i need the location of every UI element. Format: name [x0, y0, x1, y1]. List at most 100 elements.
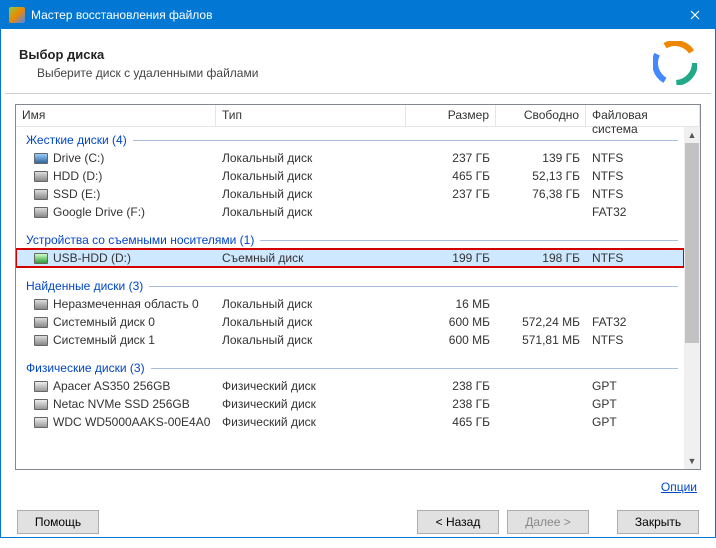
options-link[interactable]: Опции [661, 480, 697, 494]
group-header: Устройства со съемными носителями (1) [16, 227, 684, 249]
app-icon [9, 7, 25, 23]
scrollbar[interactable]: ▲ ▼ [684, 127, 700, 469]
footer: Помощь < Назад Далее > Закрыть [1, 496, 715, 548]
disk-row[interactable]: SSD (E:) Локальный диск237 ГБ76,38 ГБNTFS [16, 185, 684, 203]
disk-fs: NTFS [586, 333, 684, 347]
drive-icon [34, 381, 48, 392]
disk-fs: NTFS [586, 251, 684, 265]
col-size[interactable]: Размер [406, 105, 496, 126]
disk-type: Локальный диск [216, 333, 406, 347]
disk-size: 600 МБ [406, 333, 496, 347]
drive-icon [34, 335, 48, 346]
disk-size: 238 ГБ [406, 397, 496, 411]
drive-icon [34, 399, 48, 410]
disk-row[interactable]: Apacer AS350 256GB Физический диск238 ГБ G… [16, 377, 684, 395]
scroll-down-icon[interactable]: ▼ [684, 453, 700, 469]
disk-fs: FAT32 [586, 315, 684, 329]
help-button[interactable]: Помощь [17, 510, 99, 534]
disk-size: 237 ГБ [406, 151, 496, 165]
col-fs[interactable]: Файловая система [586, 105, 700, 126]
disk-name: Netac NVMe SSD 256GB [53, 397, 190, 411]
disk-type: Физический диск [216, 415, 406, 429]
disk-name: SSD (E:) [53, 187, 100, 201]
group-label: Устройства со съемными носителями (1) [26, 233, 254, 247]
disk-type: Локальный диск [216, 169, 406, 183]
next-button[interactable]: Далее > [507, 510, 589, 534]
group-label: Физические диски (3) [26, 361, 145, 375]
disk-free: 571,81 МБ [496, 333, 586, 347]
disk-type: Локальный диск [216, 315, 406, 329]
drive-icon [34, 417, 48, 428]
disk-free: 52,13 ГБ [496, 169, 586, 183]
col-name[interactable]: Имя [16, 105, 216, 126]
disk-row[interactable]: HDD (D:)Локальный диск465 ГБ52,13 ГБNTFS [16, 167, 684, 185]
group-label: Найденные диски (3) [26, 279, 143, 293]
close-button-footer[interactable]: Закрыть [617, 510, 699, 534]
titlebar: Мастер восстановления файлов [1, 1, 715, 29]
column-headers[interactable]: Имя Тип Размер Свободно Файловая система [16, 105, 700, 127]
disk-name: Google Drive (F:) [53, 205, 145, 219]
disk-row[interactable]: Системный диск 1 Локальный диск600 МБ571,… [16, 331, 684, 349]
scroll-up-icon[interactable]: ▲ [684, 127, 700, 143]
disk-free: 572,24 МБ [496, 315, 586, 329]
disk-name: Неразмеченная область 0 [53, 297, 199, 311]
group-header: Найденные диски (3) [16, 273, 684, 295]
options-row: Опции [1, 474, 715, 496]
disk-free: 198 ГБ [496, 251, 586, 265]
disk-type: Съемный диск [216, 251, 406, 265]
disk-row[interactable]: Google Drive (F:)Локальный дискFAT32 [16, 203, 684, 221]
drive-icon [34, 253, 48, 264]
group-label: Жесткие диски (4) [26, 133, 127, 147]
disk-name: Системный диск 0 [53, 315, 155, 329]
disk-size: 16 МБ [406, 297, 496, 311]
drive-icon [34, 207, 48, 218]
disk-type: Локальный диск [216, 297, 406, 311]
disk-size: 600 МБ [406, 315, 496, 329]
wizard-header: Выбор диска Выберите диск с удаленными ф… [1, 29, 715, 93]
disk-type: Физический диск [216, 379, 406, 393]
disk-row[interactable]: Netac NVMe SSD 256GB Физический диск238 Г… [16, 395, 684, 413]
disk-fs: NTFS [586, 151, 684, 165]
disk-type: Локальный диск [216, 187, 406, 201]
disk-fs: GPT [586, 379, 684, 393]
disk-size: 465 ГБ [406, 169, 496, 183]
disk-type: Физический диск [216, 397, 406, 411]
disk-name: Системный диск 1 [53, 333, 155, 347]
page-title: Выбор диска [19, 47, 653, 62]
close-icon [690, 10, 700, 20]
disk-size: 237 ГБ [406, 187, 496, 201]
disk-size: 465 ГБ [406, 415, 496, 429]
disk-name: WDC WD5000AAKS-00E4A0 [53, 415, 210, 429]
disk-list: Имя Тип Размер Свободно Файловая система… [15, 104, 701, 470]
disk-row[interactable]: Drive (C:)Локальный диск237 ГБ139 ГБNTFS [16, 149, 684, 167]
disk-size: 238 ГБ [406, 379, 496, 393]
drive-icon [34, 189, 48, 200]
app-logo-icon [653, 41, 697, 85]
back-button[interactable]: < Назад [417, 510, 499, 534]
disk-row[interactable]: Системный диск 0 Локальный диск600 МБ572,… [16, 313, 684, 331]
disk-row[interactable]: Неразмеченная область 0 Локальный диск16 … [16, 295, 684, 313]
disk-size: 199 ГБ [406, 251, 496, 265]
close-button[interactable] [675, 1, 715, 29]
drive-icon [34, 317, 48, 328]
group-header: Жесткие диски (4) [16, 127, 684, 149]
scroll-thumb[interactable] [685, 143, 699, 343]
drive-icon [34, 171, 48, 182]
disk-type: Локальный диск [216, 151, 406, 165]
disk-type: Локальный диск [216, 205, 406, 219]
disk-fs: NTFS [586, 187, 684, 201]
disk-fs: GPT [586, 415, 684, 429]
disk-row[interactable]: USB-HDD (D:) Съемный диск199 ГБ198 ГБNTFS [16, 249, 684, 267]
disk-row[interactable]: WDC WD5000AAKS-00E4A0 Физический диск465 … [16, 413, 684, 431]
disk-name: USB-HDD (D:) [53, 251, 131, 265]
drive-icon [34, 153, 48, 164]
col-type[interactable]: Тип [216, 105, 406, 126]
disk-free: 76,38 ГБ [496, 187, 586, 201]
disk-name: Drive (C:) [53, 151, 104, 165]
disk-fs: GPT [586, 397, 684, 411]
window-title: Мастер восстановления файлов [31, 8, 675, 22]
group-header: Физические диски (3) [16, 355, 684, 377]
disk-fs: NTFS [586, 169, 684, 183]
col-free[interactable]: Свободно [496, 105, 586, 126]
disk-name: Apacer AS350 256GB [53, 379, 170, 393]
